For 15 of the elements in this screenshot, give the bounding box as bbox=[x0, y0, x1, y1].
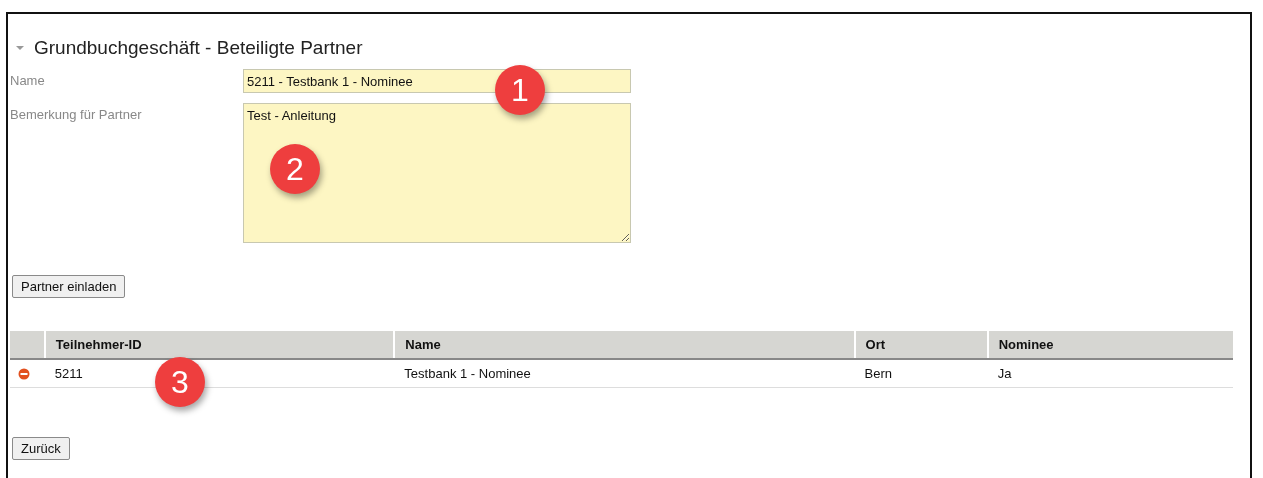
back-button[interactable]: Zurück bbox=[12, 437, 70, 460]
collapse-caret-icon[interactable] bbox=[16, 45, 24, 51]
column-header: Ort bbox=[854, 331, 988, 359]
column-header: Teilnehmer-ID bbox=[44, 331, 395, 359]
field-label: Name bbox=[10, 72, 46, 90]
column-header: Nominee bbox=[987, 331, 1233, 359]
table-cell: Ja bbox=[987, 359, 1233, 388]
table-cell: Testbank 1 - Nominee bbox=[394, 359, 855, 388]
column-header: Name bbox=[394, 331, 855, 359]
field-label: Bemerkung für Partner bbox=[10, 106, 143, 124]
section-title: Grundbuchgeschäft - Beteiligte Partner bbox=[34, 37, 363, 59]
callout-marker: 3 bbox=[155, 357, 205, 407]
invite-partner-button[interactable]: Partner einladen bbox=[12, 275, 126, 298]
remove-icon[interactable] bbox=[18, 367, 30, 380]
table-cell: Bern bbox=[854, 359, 988, 388]
